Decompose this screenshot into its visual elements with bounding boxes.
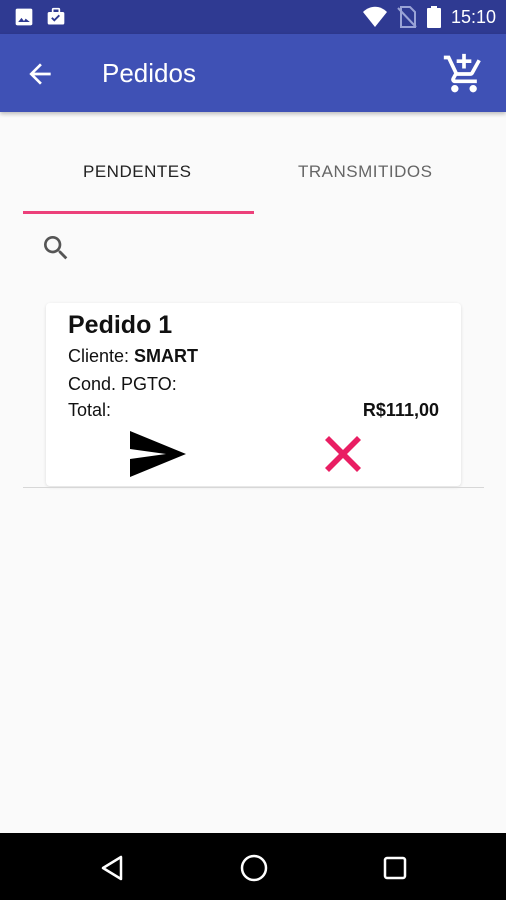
order-title: Pedido 1 (68, 311, 173, 339)
cart-add-icon[interactable] (442, 52, 486, 96)
battery-icon (426, 6, 441, 28)
image-icon (15, 8, 33, 26)
search-icon[interactable] (40, 232, 72, 264)
order-card[interactable]: Pedido 1 Cliente: SMART Cond. PGTO: Tota… (46, 303, 461, 486)
cond-pgto-label: Cond. PGTO: (68, 374, 177, 394)
close-icon[interactable] (320, 431, 366, 477)
nav-home-icon[interactable] (238, 852, 270, 884)
divider (23, 487, 484, 488)
wifi-icon (362, 6, 387, 27)
nav-recents-icon[interactable] (380, 853, 410, 883)
tab-indicator (23, 211, 254, 214)
nav-bar (0, 833, 506, 900)
cliente-row: Cliente: SMART (68, 346, 198, 367)
briefcase-check-icon (47, 7, 65, 25)
total-label: Total: (68, 400, 112, 420)
no-sim-icon (397, 6, 417, 28)
page-title: Pedidos (102, 58, 196, 88)
cliente-value: SMART (134, 346, 199, 366)
status-bar: 15:10 (0, 0, 506, 34)
status-time: 15:10 (450, 7, 496, 27)
app-bar: Pedidos (0, 34, 506, 112)
nav-back-icon[interactable] (97, 853, 127, 883)
tab-bar: PENDENTES TRANSMITIDOS (0, 112, 506, 216)
send-icon[interactable] (128, 429, 188, 479)
arrow-back-icon[interactable] (24, 58, 56, 90)
total-value: R$111,00 (362, 400, 439, 420)
tab-transmitidos[interactable]: TRANSMITIDOS (298, 162, 432, 182)
cliente-label: Cliente: (68, 346, 130, 366)
tab-pendentes[interactable]: PENDENTES (83, 162, 191, 182)
